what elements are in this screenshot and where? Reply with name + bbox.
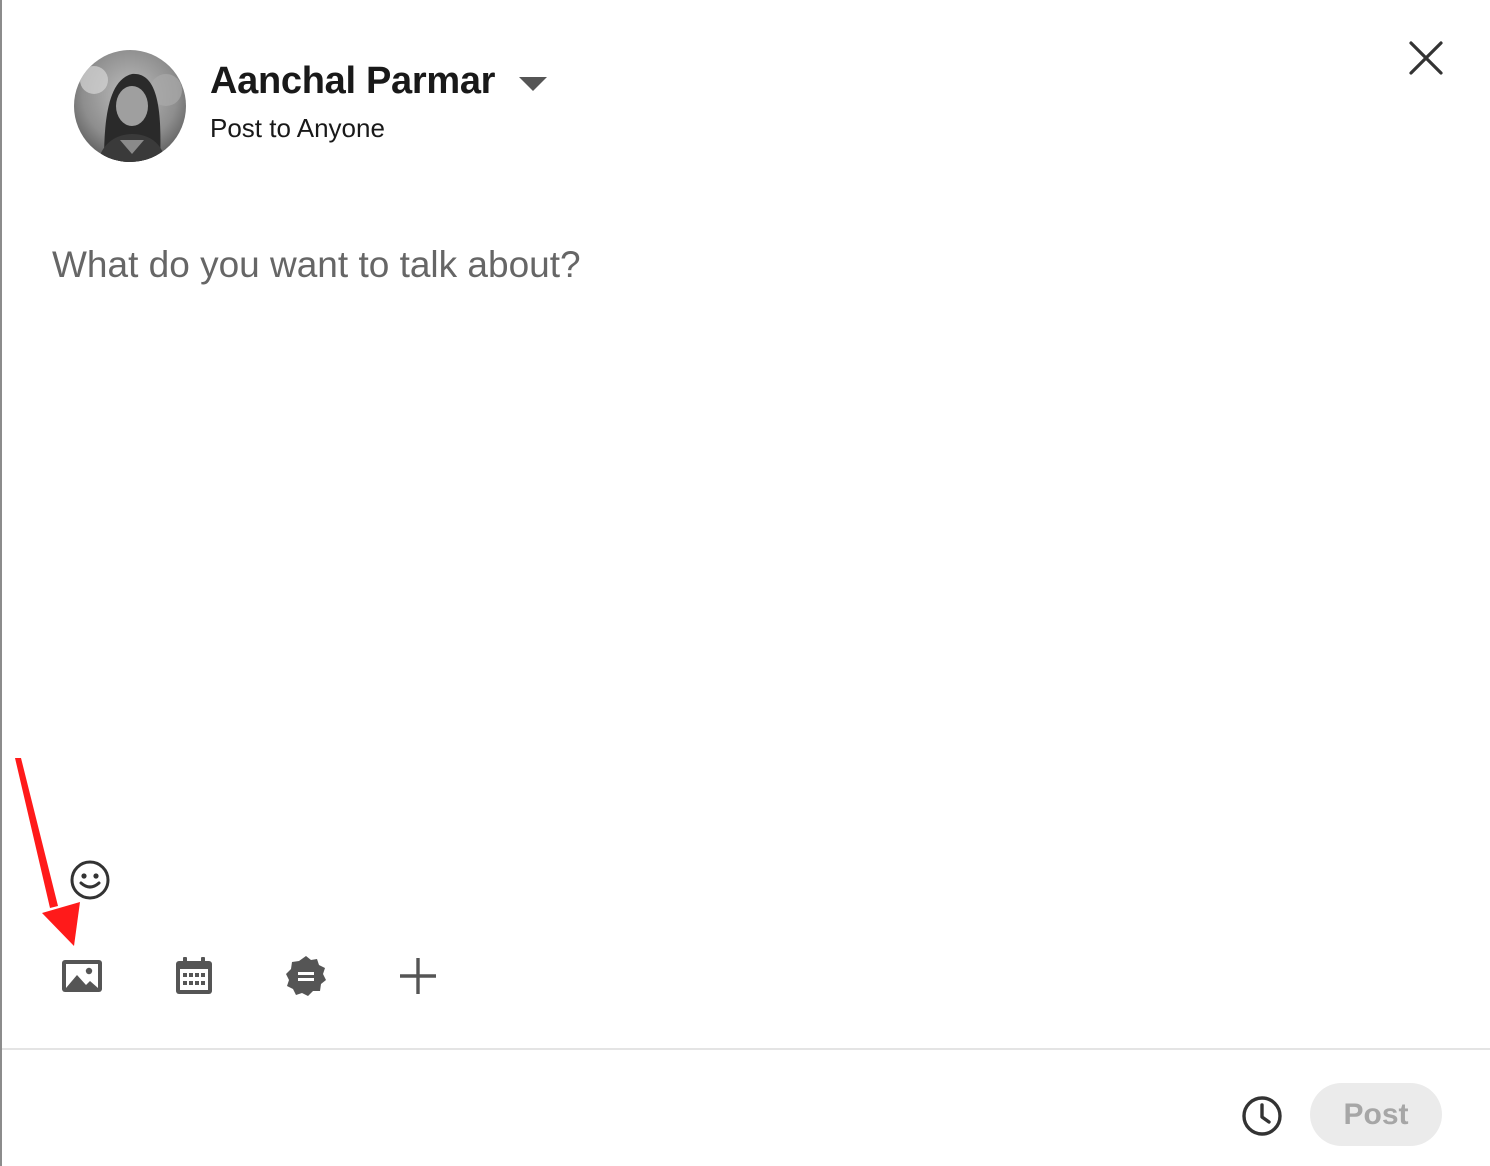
author-identity: Aanchal Parmar Post to Anyone: [210, 46, 548, 158]
emoji-button[interactable]: [68, 858, 112, 902]
author-name[interactable]: Aanchal Parmar: [210, 60, 495, 103]
dialog-edge: [0, 0, 2, 1166]
close-button[interactable]: [1402, 34, 1450, 82]
close-icon[interactable]: [1402, 34, 1450, 82]
plus-icon[interactable]: [396, 954, 440, 998]
footer-divider: [2, 1048, 1490, 1050]
clock-icon[interactable]: [1238, 1092, 1286, 1140]
schedule-post-button[interactable]: [1238, 1092, 1286, 1140]
add-photo-button[interactable]: [58, 952, 106, 1000]
celebrate-occasion-button[interactable]: [282, 952, 330, 1000]
post-text-input[interactable]: [52, 244, 1432, 804]
more-options-button[interactable]: [394, 952, 442, 1000]
audience-label[interactable]: Post to Anyone: [210, 113, 547, 144]
caret-down-icon[interactable]: [519, 76, 548, 91]
create-event-button[interactable]: [170, 952, 218, 1000]
author-selector[interactable]: Aanchal Parmar: [210, 60, 548, 103]
profile-photo-icon: [74, 50, 186, 162]
share-post-dialog: Aanchal Parmar Post to Anyone What do yo…: [0, 0, 1490, 1166]
image-icon[interactable]: [60, 958, 104, 994]
post-button[interactable]: Post: [1310, 1083, 1442, 1146]
calendar-icon[interactable]: [174, 956, 214, 996]
avatar: [74, 50, 186, 162]
badge-icon[interactable]: [284, 954, 328, 998]
smiley-icon[interactable]: [68, 858, 112, 902]
post-author-header: Aanchal Parmar Post to Anyone: [74, 50, 548, 162]
